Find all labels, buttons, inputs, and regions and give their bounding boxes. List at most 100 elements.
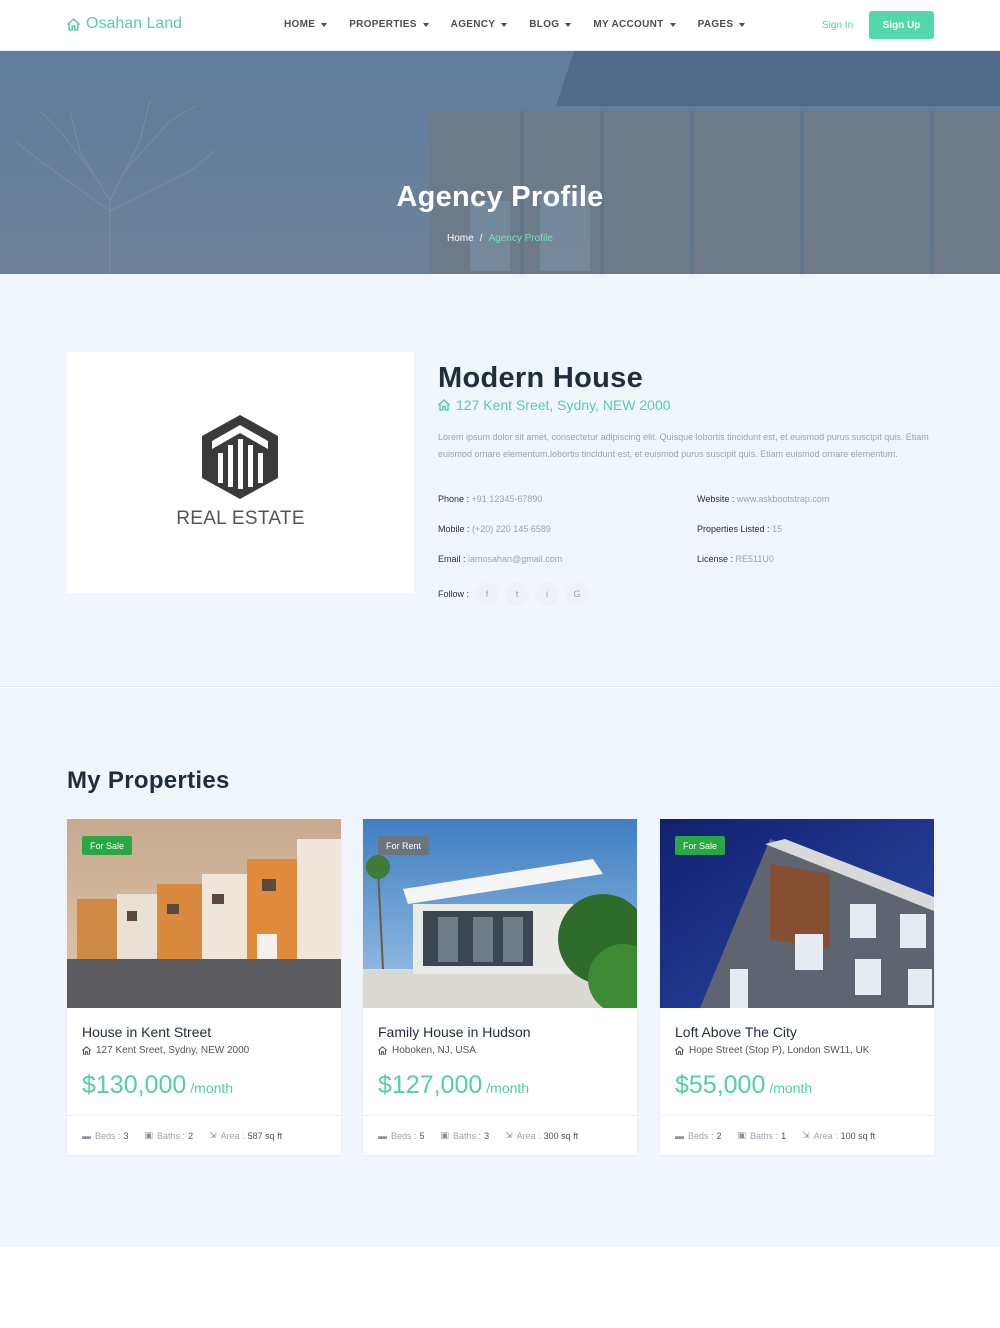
beds-feature: ▬ Beds :5	[378, 1131, 425, 1141]
status-badge: For Sale	[82, 836, 133, 855]
area-feature: ⇲ Area :100 sq ft	[802, 1130, 875, 1141]
area-icon: ⇲	[209, 1130, 217, 1140]
price-value: $127,000	[378, 1071, 483, 1099]
beds-label: Beds :	[688, 1130, 714, 1141]
status-badge: For Sale	[675, 836, 726, 855]
email-info: Email : iamosahan@gmail.com	[438, 554, 562, 564]
baths-feature: ▣ Baths :2	[145, 1130, 194, 1141]
twitter-icon[interactable]: t	[505, 582, 530, 606]
price-value: $55,000	[675, 1071, 766, 1099]
mobile-label: Mobile :	[438, 524, 470, 534]
nav-item-properties[interactable]: PROPERTIES	[349, 19, 429, 30]
area-icon: ⇲	[802, 1130, 810, 1140]
page-title: Agency Profile	[396, 181, 604, 213]
area-value: 587 sq ft	[247, 1130, 283, 1141]
license-label: License :	[697, 554, 734, 564]
email-label: Email :	[438, 554, 466, 564]
sign-in-link[interactable]: Sign In	[822, 20, 853, 31]
caret-down-icon	[422, 22, 429, 27]
property-name[interactable]: Family House in Hudson	[378, 1024, 531, 1040]
price-value: $130,000	[82, 1071, 187, 1099]
property-price: $130,000/month	[82, 1071, 233, 1100]
property-card[interactable]: For Sale Loft Above The City Hope Street…	[660, 819, 934, 1155]
property-image[interactable]: For Rent	[363, 819, 637, 1008]
nav-item-my-account[interactable]: MY ACCOUNT	[593, 19, 676, 30]
agency-logo-card: REAL ESTATE	[67, 352, 414, 593]
phone-info: Phone : +91 12345-67890	[438, 494, 542, 504]
area-feature: ⇲ Area :587 sq ft	[209, 1130, 282, 1141]
section-title: My Properties	[67, 767, 230, 794]
property-card[interactable]: For Sale House in Kent Street 127 Kent S…	[67, 819, 341, 1155]
mobile-value[interactable]: (+20) 220 145 6589	[472, 524, 551, 534]
nav-label: HOME	[284, 19, 316, 30]
breadcrumb-current: Agency Profile	[488, 233, 553, 244]
home-icon	[67, 17, 80, 31]
nav-item-agency[interactable]: AGENCY	[451, 19, 508, 30]
property-address: 127 Kent Sreet, Sydny, NEW 2000	[82, 1045, 249, 1056]
google-icon[interactable]: G	[565, 582, 590, 606]
nav-label: PAGES	[697, 19, 734, 30]
price-period: /month	[190, 1080, 234, 1096]
agency-profile-section: REAL ESTATE Modern House 127 Kent Sreet,…	[0, 274, 1000, 687]
website-label: Website :	[697, 494, 735, 504]
my-properties-section: My Properties For Sale House in Kent Str…	[0, 688, 1000, 1247]
bed-icon: ▬	[82, 1130, 91, 1141]
agency-name: Modern House	[438, 362, 643, 394]
area-label: Area :	[516, 1130, 541, 1141]
baths-label: Baths :	[453, 1130, 482, 1141]
property-price: $55,000/month	[675, 1071, 812, 1100]
website-value[interactable]: www.askbootstrap.com	[737, 494, 830, 504]
nav-item-home[interactable]: HOME	[284, 19, 328, 30]
beds-value: 5	[419, 1130, 425, 1141]
property-features: ▬ Beds :3 ▣ Baths :2 ⇲ Area :587 sq ft	[67, 1115, 341, 1155]
beds-feature: ▬ Beds :2	[675, 1131, 722, 1141]
baths-feature: ▣ Baths :1	[738, 1130, 787, 1141]
brand-name: Osahan Land	[86, 15, 183, 32]
nav-item-blog[interactable]: BLOG	[529, 19, 572, 30]
property-image[interactable]: For Sale	[660, 819, 934, 1008]
facebook-icon[interactable]: f	[475, 582, 500, 606]
website-info: Website : www.askbootstrap.com	[697, 494, 829, 504]
caret-down-icon	[669, 22, 676, 27]
property-features: ▬ Beds :5 ▣ Baths :3 ⇲ Area :300 sq ft	[363, 1115, 637, 1155]
beds-feature: ▬ Beds :3	[82, 1131, 129, 1141]
property-features: ▬ Beds :2 ▣ Baths :1 ⇲ Area :100 sq ft	[660, 1115, 934, 1155]
caret-down-icon	[501, 22, 508, 27]
properties-listed-value: 15	[772, 524, 783, 534]
real-estate-logo-icon	[202, 415, 278, 499]
license-info: License : RE511U0	[697, 554, 774, 564]
license-value: RE511U0	[735, 554, 774, 564]
bed-icon: ▬	[675, 1130, 684, 1141]
baths-value: 1	[781, 1130, 787, 1141]
breadcrumb-home[interactable]: Home	[447, 233, 474, 244]
email-value[interactable]: iamosahan@gmail.com	[468, 554, 562, 564]
agency-description: Lorem ipsum dolor sit amet, consectetur …	[438, 432, 929, 459]
area-label: Area :	[813, 1130, 838, 1141]
mobile-info: Mobile : (+20) 220 145 6589	[438, 524, 551, 534]
phone-value[interactable]: +91 12345-67890	[472, 494, 543, 504]
hero-banner: Agency Profile Home / Agency Profile	[0, 51, 1000, 274]
brand-logo[interactable]: Osahan Land	[67, 15, 182, 33]
nav-label: AGENCY	[450, 19, 496, 30]
bath-icon: ▣	[144, 1130, 154, 1140]
nav-label: BLOG	[529, 19, 560, 30]
property-address-text: Hoboken, NJ, USA	[392, 1045, 476, 1056]
baths-feature: ▣ Baths :3	[441, 1130, 490, 1141]
caret-down-icon	[565, 22, 572, 27]
area-value: 300 sq ft	[543, 1130, 579, 1141]
sign-up-button[interactable]: Sign Up	[869, 11, 934, 39]
property-name[interactable]: Loft Above The City	[675, 1024, 797, 1040]
nav-label: MY ACCOUNT	[593, 19, 664, 30]
home-icon	[438, 399, 450, 411]
property-name[interactable]: House in Kent Street	[82, 1024, 211, 1040]
nav-item-pages[interactable]: PAGES	[698, 19, 746, 30]
instagram-icon[interactable]: i	[535, 582, 560, 606]
top-navbar: Osahan Land HOME PROPERTIES AGENCY BLOG …	[0, 0, 1000, 51]
property-card[interactable]: For Rent Family House in Hudson Hoboken,…	[363, 819, 637, 1155]
price-period: /month	[769, 1080, 813, 1096]
phone-label: Phone :	[438, 494, 470, 504]
bath-icon: ▣	[440, 1130, 450, 1140]
baths-value: 2	[188, 1130, 194, 1141]
properties-listed-label: Properties Listed :	[697, 524, 770, 534]
property-image[interactable]: For Sale	[67, 819, 341, 1008]
